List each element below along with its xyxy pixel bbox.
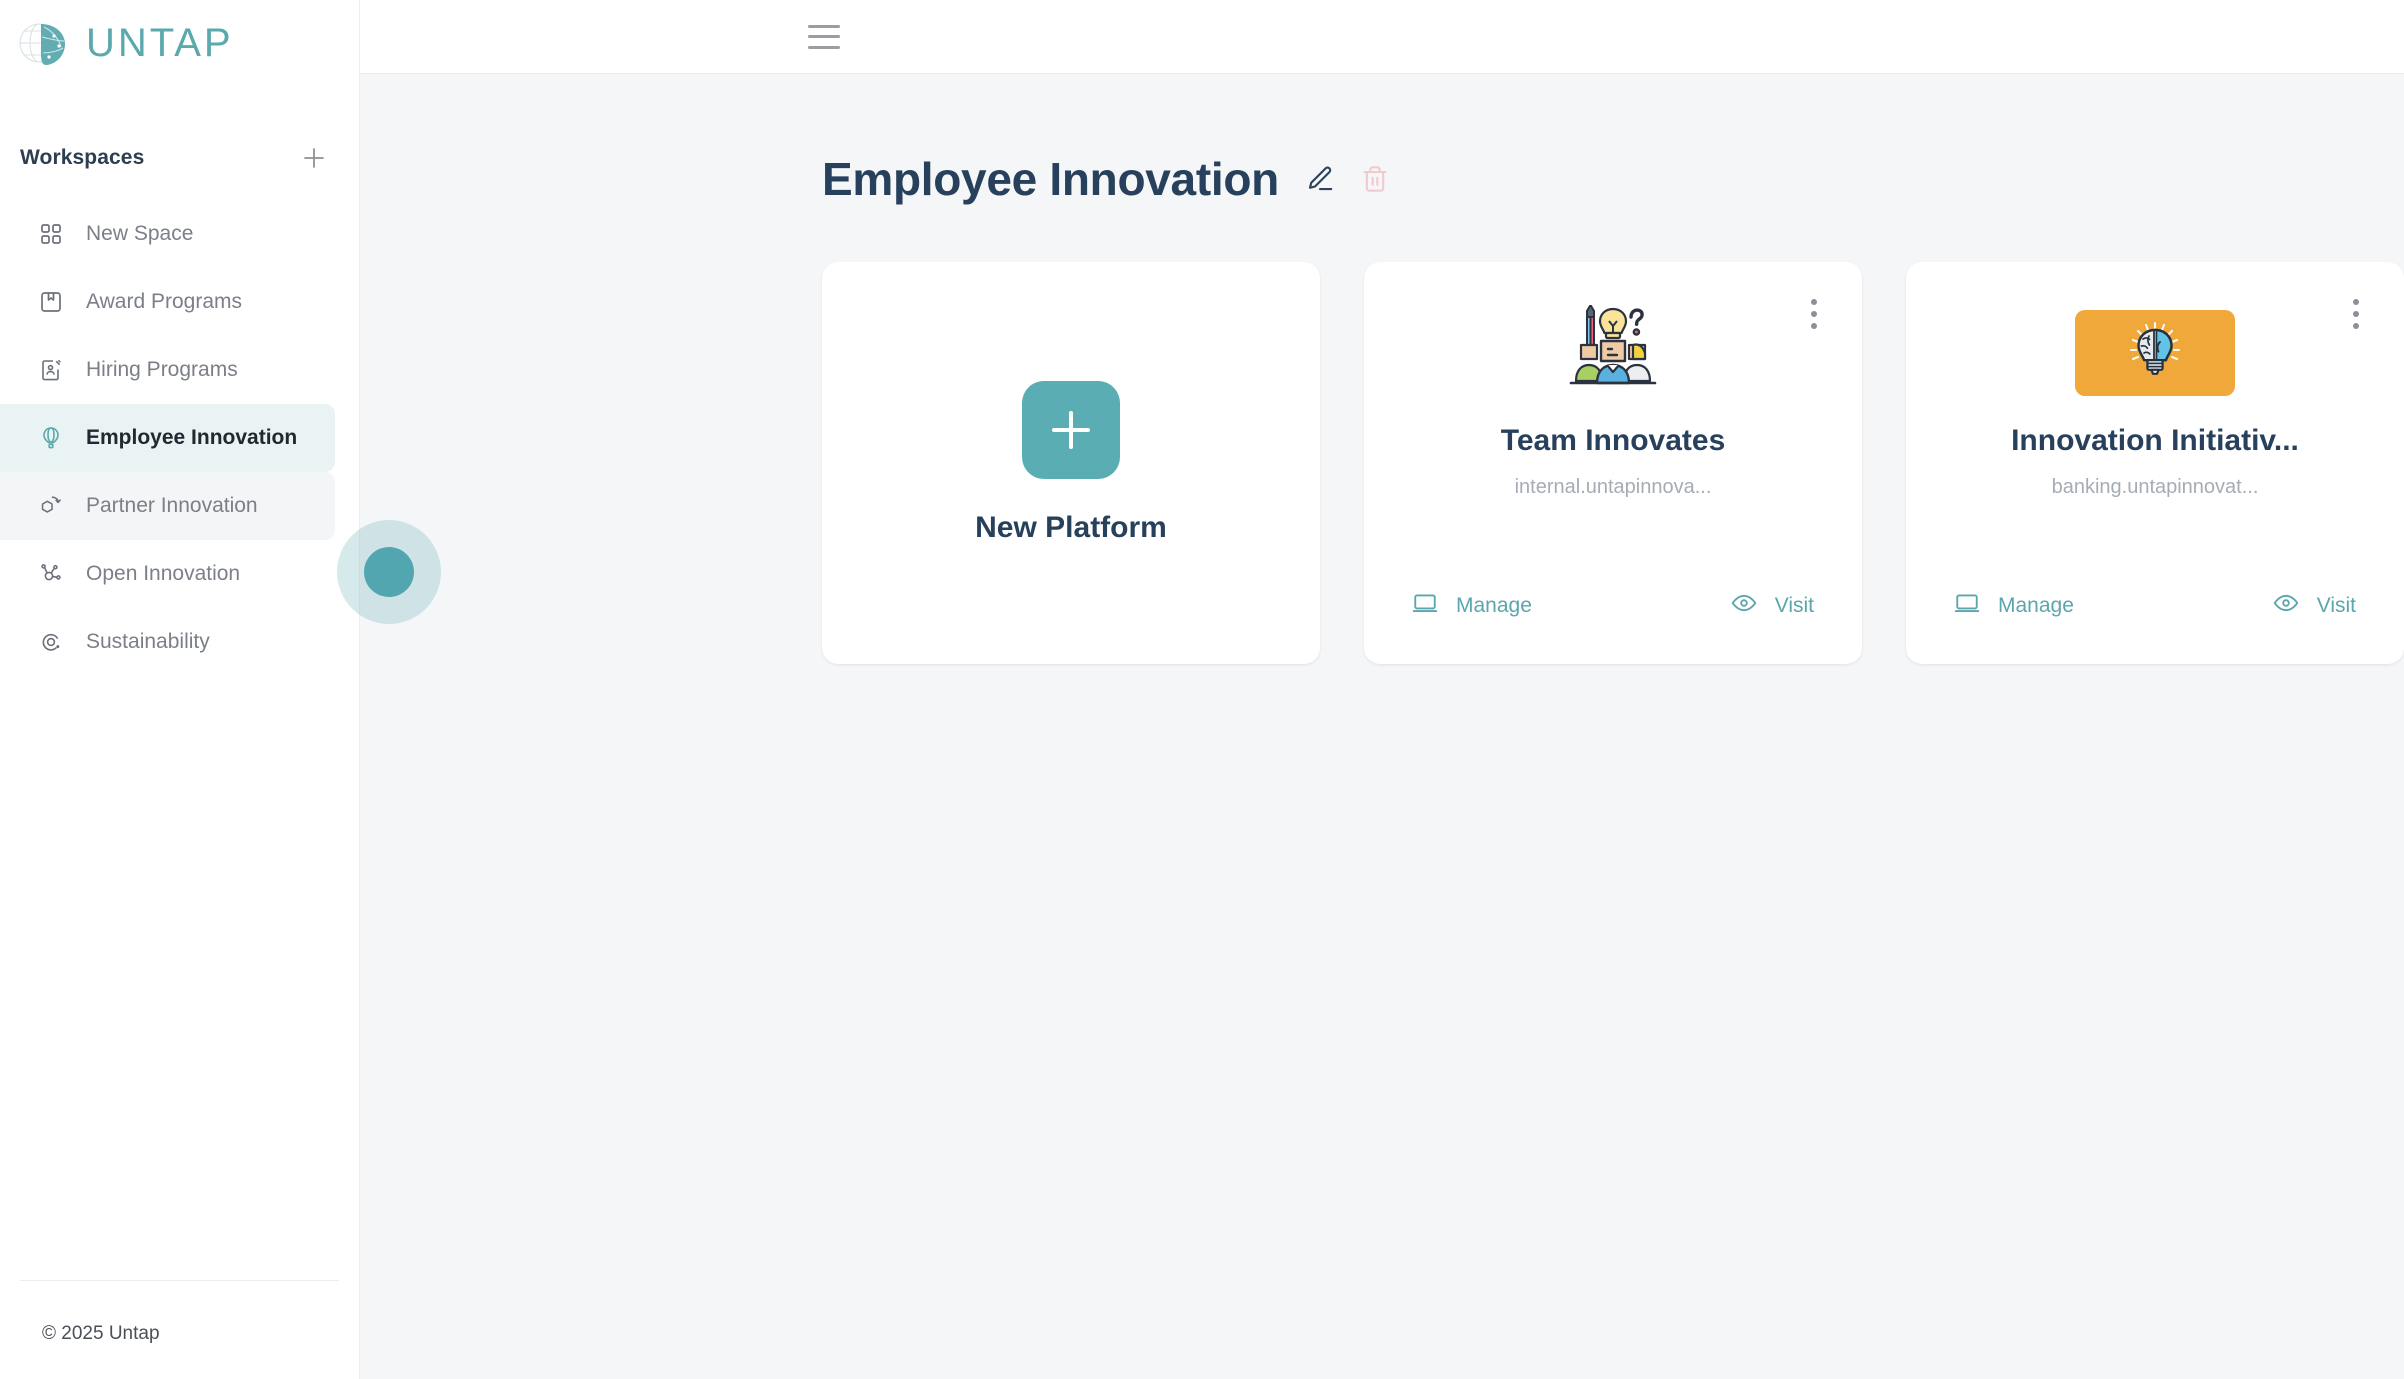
- page-header: Employee Innovation: [822, 152, 2404, 206]
- sidebar-item-label: Hiring Programs: [86, 358, 238, 382]
- untap-globe-logo-icon: [18, 15, 76, 71]
- platform-card[interactable]: Team Innovates internal.untapinnova...: [1364, 262, 1862, 664]
- hamburger-menu-icon[interactable]: [808, 25, 840, 49]
- clipboard-user-icon: [38, 357, 64, 383]
- manage-button[interactable]: Manage: [1954, 590, 2074, 622]
- sidebar-item-label: New Space: [86, 222, 193, 246]
- sidebar-item-open-innovation[interactable]: Open Innovation: [0, 540, 335, 608]
- manage-label: Manage: [1456, 594, 1532, 618]
- laptop-icon: [1954, 590, 1980, 622]
- sidebar-item-label: Award Programs: [86, 290, 242, 314]
- platform-card-body: Team Innovates internal.untapinnova...: [1364, 262, 1862, 499]
- trash-icon[interactable]: [1361, 165, 1389, 193]
- app-root: UNTAP Workspaces New Space: [0, 0, 2404, 1379]
- network-nodes-icon: [38, 561, 64, 587]
- grid-squares-icon: [38, 221, 64, 247]
- sidebar-item-award-programs[interactable]: Award Programs: [0, 268, 335, 336]
- hot-air-balloon-icon: [38, 425, 64, 451]
- sidebar-item-employee-innovation[interactable]: Employee Innovation: [0, 404, 335, 472]
- copyright-text: © 2025 Untap: [20, 1281, 339, 1379]
- new-platform-label: New Platform: [975, 511, 1167, 545]
- platform-url: internal.untapinnova...: [1515, 476, 1712, 499]
- visit-label: Visit: [2317, 594, 2356, 618]
- sidebar: UNTAP Workspaces New Space: [0, 0, 360, 1379]
- more-vertical-icon[interactable]: [2342, 296, 2370, 332]
- platform-card-grid: New Platform: [822, 262, 2404, 664]
- plus-icon: [1022, 381, 1120, 479]
- edit-pencil-icon[interactable]: [1305, 164, 1335, 194]
- sidebar-item-partner-innovation[interactable]: Partner Innovation: [0, 472, 335, 540]
- workspaces-label: Workspaces: [20, 146, 144, 170]
- platform-card[interactable]: Innovation Initiativ... banking.untapinn…: [1906, 262, 2404, 664]
- sidebar-item-hiring-programs[interactable]: Hiring Programs: [0, 336, 335, 404]
- orbit-circle-icon: [38, 629, 64, 655]
- new-platform-card[interactable]: New Platform: [822, 262, 1320, 664]
- eye-icon: [1731, 590, 1757, 622]
- page-title: Employee Innovation: [822, 152, 1279, 206]
- visit-label: Visit: [1775, 594, 1814, 618]
- platform-logo-tile: [2075, 304, 2235, 402]
- sidebar-item-label: Open Innovation: [86, 562, 240, 586]
- team-idea-illustration-icon: [1563, 304, 1663, 402]
- main-area: Employee Innovation: [360, 0, 2404, 1379]
- eye-icon: [2273, 590, 2299, 622]
- platform-card-body: Innovation Initiativ... banking.untapinn…: [1906, 262, 2404, 499]
- topbar: [360, 0, 2404, 74]
- platform-card-actions: Manage Visit: [1906, 590, 2404, 622]
- laptop-icon: [1412, 590, 1438, 622]
- page-content: Employee Innovation: [360, 74, 2404, 664]
- brand-logo[interactable]: UNTAP: [0, 0, 359, 86]
- platform-name: Team Innovates: [1501, 424, 1726, 458]
- bookmark-box-icon: [38, 289, 64, 315]
- sidebar-item-label: Employee Innovation: [86, 426, 297, 450]
- manage-button[interactable]: Manage: [1412, 590, 1532, 622]
- add-workspace-plus-icon[interactable]: [297, 141, 331, 175]
- more-vertical-icon[interactable]: [1800, 296, 1828, 332]
- sidebar-item-new-space[interactable]: New Space: [0, 200, 335, 268]
- sidebar-item-label: Sustainability: [86, 630, 210, 654]
- visit-button[interactable]: Visit: [1731, 590, 1814, 622]
- sidebar-item-sustainability[interactable]: Sustainability: [0, 608, 335, 676]
- brain-lightbulb-illustration-icon: [2075, 310, 2235, 396]
- cube-arrow-icon: [38, 493, 64, 519]
- visit-button[interactable]: Visit: [2273, 590, 2356, 622]
- platform-name: Innovation Initiativ...: [2011, 424, 2299, 458]
- brand-name: UNTAP: [86, 23, 234, 63]
- workspace-nav: New Space Award Programs: [0, 200, 359, 676]
- platform-card-actions: Manage Visit: [1364, 590, 1862, 622]
- sidebar-item-label: Partner Innovation: [86, 494, 258, 518]
- manage-label: Manage: [1998, 594, 2074, 618]
- platform-url: banking.untapinnovat...: [2052, 476, 2259, 499]
- sidebar-footer: © 2025 Untap: [0, 1280, 359, 1379]
- workspaces-header: Workspaces: [0, 130, 359, 186]
